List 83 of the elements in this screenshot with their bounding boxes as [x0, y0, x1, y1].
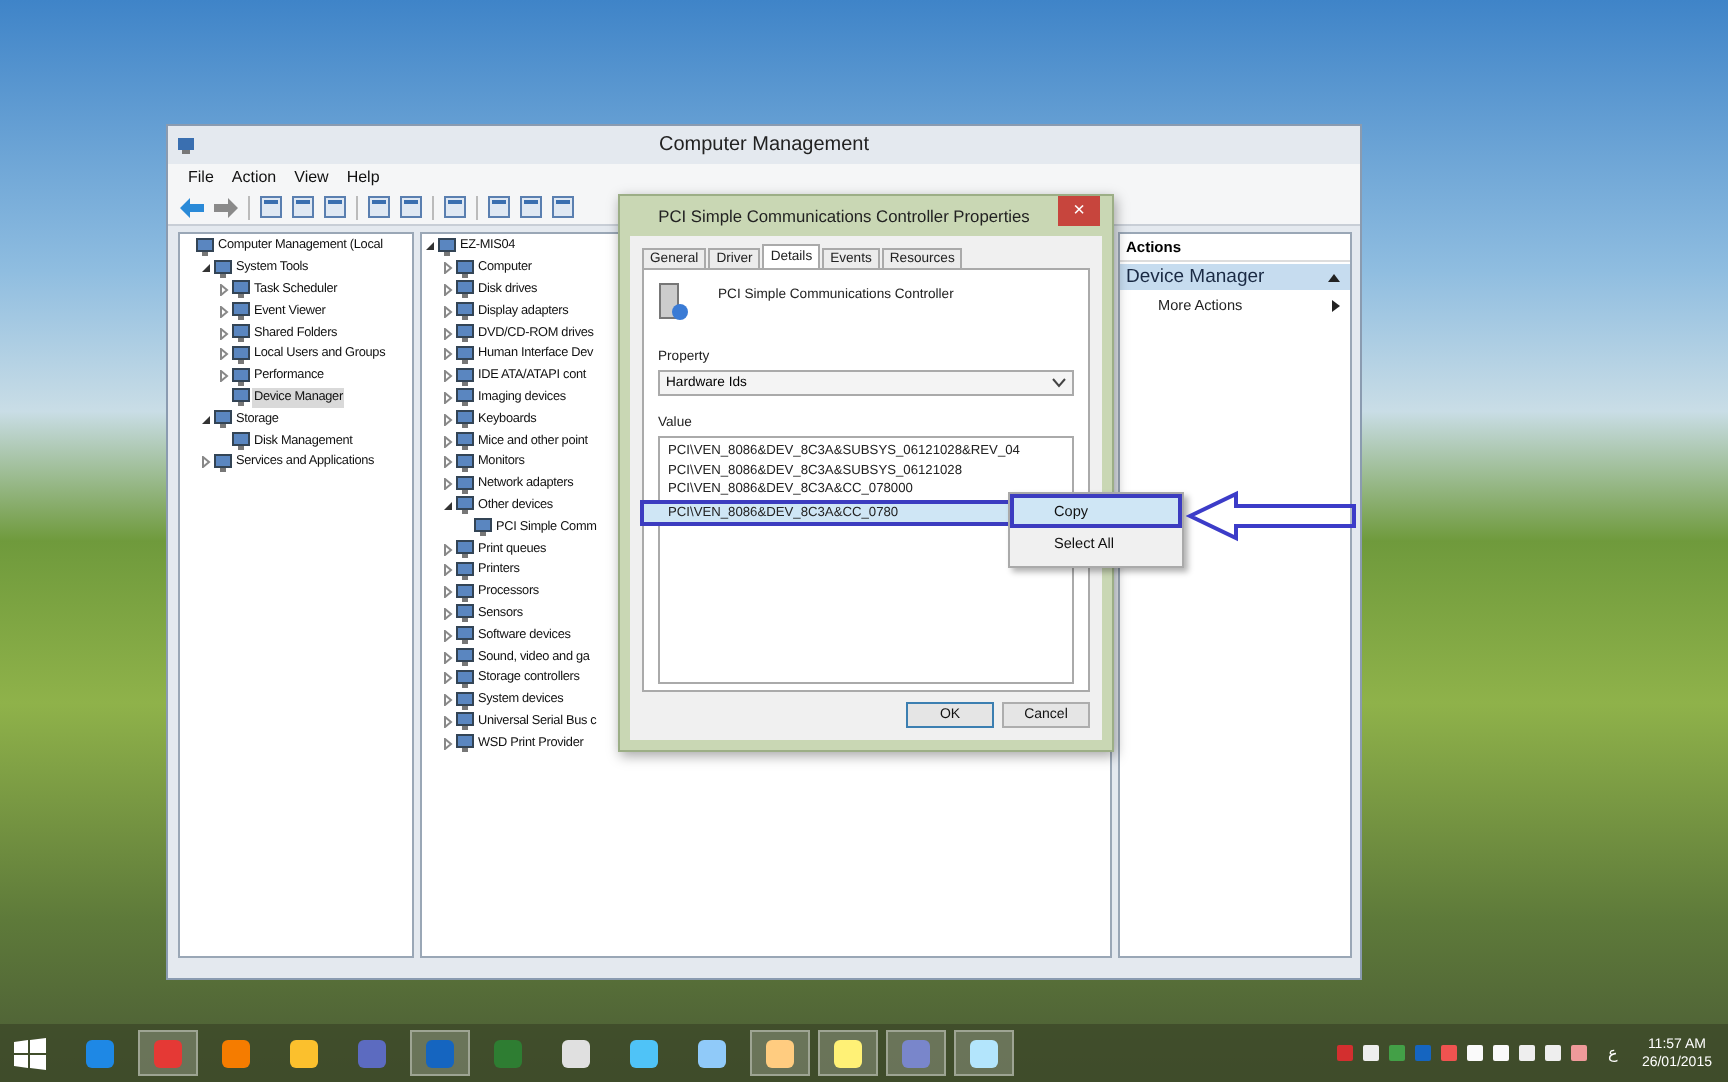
monitor-icon	[474, 518, 492, 537]
monitor-icon	[456, 691, 474, 710]
section-title: Device Manager	[1126, 266, 1265, 288]
monitor-icon	[456, 432, 474, 451]
computer-icon	[176, 135, 196, 155]
monitor-icon	[456, 648, 474, 667]
monitor-icon	[456, 496, 474, 515]
monitor-icon	[456, 410, 474, 429]
monitor-icon	[214, 453, 232, 472]
triangle-icon[interactable]	[200, 413, 212, 426]
monitor-icon	[456, 280, 474, 299]
forward-arrow-icon[interactable]	[214, 197, 238, 217]
monitor-icon	[232, 324, 250, 343]
close-button[interactable]: ×	[1058, 196, 1100, 226]
window-icon[interactable]	[444, 196, 466, 218]
tower-computer-icon	[658, 282, 690, 322]
monitor-icon	[232, 302, 250, 321]
app-tile-icon	[288, 1037, 320, 1069]
menu-item[interactable]: File	[188, 168, 214, 186]
window-icon[interactable]	[324, 196, 346, 218]
monitor-icon	[456, 712, 474, 731]
monitor-icon	[456, 540, 474, 559]
monitor-icon	[456, 345, 474, 364]
app-tile-icon	[764, 1037, 796, 1069]
dialog-title: PCI Simple Communications Controller Properties	[658, 206, 1030, 226]
monitor-icon	[456, 669, 474, 688]
monitor-icon	[456, 453, 474, 472]
monitor-icon	[456, 302, 474, 321]
app-tile-icon	[900, 1037, 932, 1069]
language-indicator[interactable]: ع	[1607, 1044, 1618, 1062]
window-icon[interactable]	[520, 196, 542, 218]
monitor-icon	[456, 324, 474, 343]
triangle-icon[interactable]	[200, 262, 212, 275]
triangle-icon	[1332, 299, 1340, 311]
triangle-icon[interactable]	[424, 240, 436, 253]
menu-item[interactable]: View	[294, 168, 329, 186]
window-icon[interactable]	[292, 196, 314, 218]
triangle-icon[interactable]	[442, 499, 454, 512]
monitor-icon	[456, 626, 474, 645]
app-tile-icon	[220, 1037, 252, 1069]
app-tile-icon	[560, 1037, 592, 1069]
window-title: Computer Management	[656, 134, 872, 156]
app-tile-icon	[696, 1037, 728, 1069]
monitor-icon	[232, 388, 250, 407]
app-tile-icon	[84, 1037, 116, 1069]
monitor-icon	[456, 734, 474, 753]
window-icon[interactable]	[552, 196, 574, 218]
monitor-icon	[232, 345, 250, 364]
monitor-icon	[214, 259, 232, 278]
windows-logo-icon[interactable]	[14, 1037, 46, 1069]
app-tile-icon	[968, 1037, 1000, 1069]
menu-item[interactable]: Help	[346, 168, 380, 186]
window-icon[interactable]	[260, 196, 282, 218]
taskbar-app-button[interactable]	[954, 1030, 1014, 1076]
monitor-icon	[438, 237, 456, 256]
menu-item[interactable]: Action	[231, 168, 277, 186]
monitor-icon	[456, 583, 474, 602]
chevron-down-icon	[1052, 378, 1066, 388]
monitor-icon	[196, 237, 214, 256]
app-tile-icon	[832, 1037, 864, 1069]
app-tile-icon	[424, 1037, 456, 1069]
monitor-icon	[232, 280, 250, 299]
monitor-icon	[456, 367, 474, 386]
monitor-icon	[232, 367, 250, 386]
monitor-icon	[456, 259, 474, 278]
monitor-icon	[456, 388, 474, 407]
back-arrow-icon[interactable]	[180, 197, 204, 217]
app-tile-icon	[356, 1037, 388, 1069]
app-tile-icon	[492, 1037, 524, 1069]
monitor-icon	[456, 604, 474, 623]
monitor-icon	[232, 432, 250, 451]
actions-section[interactable]: Device Manager	[1120, 264, 1350, 290]
app-tile-icon	[152, 1037, 184, 1069]
window-icon[interactable]	[488, 196, 510, 218]
window-icon[interactable]	[400, 196, 422, 218]
monitor-icon	[214, 410, 232, 429]
taskbar-app-button[interactable]	[818, 1030, 878, 1076]
window-icon[interactable]	[368, 196, 390, 218]
taskbar-app-button[interactable]	[750, 1030, 810, 1076]
app-tile-icon	[628, 1037, 660, 1069]
monitor-icon	[456, 475, 474, 494]
triangle-icon	[1328, 273, 1340, 281]
monitor-icon	[456, 561, 474, 580]
